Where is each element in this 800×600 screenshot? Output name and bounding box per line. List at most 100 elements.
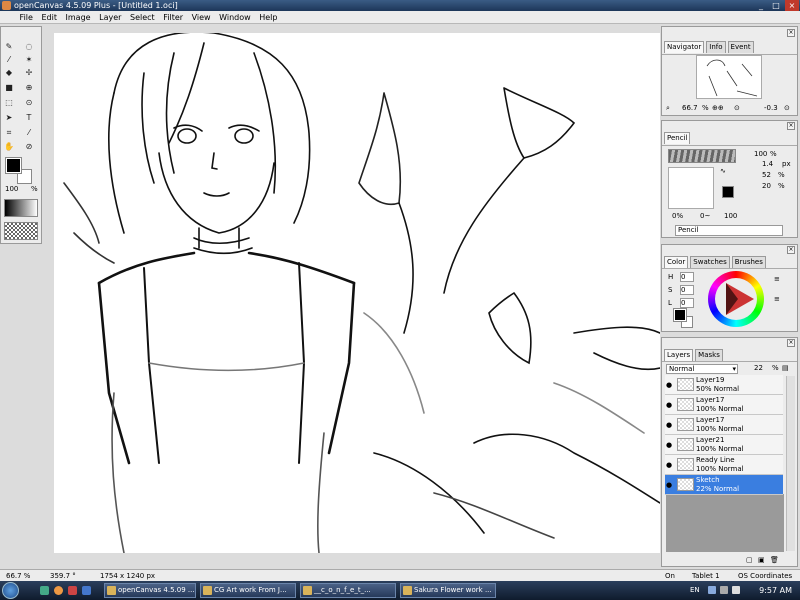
color-panel-close-icon[interactable]: × [787,246,795,254]
gradient-preview[interactable] [4,199,38,217]
primary-color-swatch[interactable] [5,157,22,174]
fill-icon[interactable]: ■ [3,82,15,94]
taskbar-item[interactable]: openCanvas 4.5.09 ... [104,583,196,598]
hand-icon[interactable]: ✋ [3,141,15,153]
menu-window[interactable]: Window [216,11,254,24]
quicklaunch-icon[interactable] [54,586,63,595]
layer-row[interactable]: ● Layer17 100% Normal [665,415,783,435]
hue-field[interactable]: 0 [680,272,694,282]
zoom-in-icon[interactable]: ⊕⊕ [712,104,724,113]
text-icon[interactable]: T [23,112,35,124]
crop-icon[interactable]: ⌗ [3,127,15,139]
minimize-button[interactable]: _ [754,0,768,11]
menu-select[interactable]: Select [127,11,158,24]
layers-scrollbar[interactable] [786,376,795,551]
menu-view[interactable]: View [189,11,214,24]
pencil-opacity[interactable]: 52 [762,171,771,180]
pressure-curve-icon[interactable]: ∿ [720,167,726,176]
tab-info[interactable]: Info [706,41,726,53]
navigator-zoom[interactable]: 66.7 [682,104,698,113]
tool-name-field[interactable]: Pencil [675,225,783,236]
duplicate-layer-icon[interactable]: ▣ [758,556,765,565]
brush-color-swatch[interactable] [722,186,734,198]
tray-icon[interactable] [720,586,728,594]
eye-icon[interactable]: ● [666,441,672,449]
eyedropper-icon[interactable]: ⁄ [23,127,35,139]
layers-panel-close-icon[interactable]: × [787,339,795,347]
drawing-canvas[interactable] [54,33,660,553]
pencil-size-b[interactable]: 1.4 [762,160,773,169]
taskbar-item[interactable]: Sakura Flower work ... [400,583,496,598]
brush-texture-preview[interactable] [668,149,736,163]
brush-icon[interactable]: ⁄ [3,54,15,66]
lock-icon[interactable]: ▤ [782,364,789,373]
texture-preview[interactable] [4,222,38,240]
menu-layer[interactable]: Layer [96,11,124,24]
color-triangle[interactable] [708,271,764,327]
dropper-icon[interactable]: ⊕ [23,82,35,94]
pencil-size-a[interactable]: 100 [754,150,767,159]
zoom-out-icon[interactable]: ⌕ [666,104,670,113]
layer-opacity[interactable]: 22 [754,364,763,373]
arrow-icon[interactable]: ➤ [3,112,15,124]
menu-image[interactable]: Image [63,11,94,24]
tray-icon[interactable] [708,586,716,594]
tab-navigator[interactable]: Navigator [664,41,705,53]
brush-panel-close-icon[interactable]: × [787,122,795,130]
navigator-thumbnail[interactable] [696,55,762,99]
pencil-icon[interactable]: ✎ [3,41,15,53]
zoom-icon[interactable]: ⊙ [23,97,35,109]
menu-filter[interactable]: Filter [160,11,186,24]
magnifier-icon[interactable]: ⊘ [23,141,35,153]
menu-help[interactable]: Help [256,11,280,24]
new-layer-icon[interactable]: ▢ [746,556,753,565]
delete-layer-icon[interactable]: 🗑 [770,556,779,565]
language-indicator[interactable]: EN [690,581,700,600]
eye-icon[interactable]: ● [666,401,672,409]
system-clock[interactable]: 9:57 AM [759,581,792,600]
tab-event[interactable]: Event [727,41,754,53]
eye-icon[interactable]: ● [666,421,672,429]
layer-row[interactable]: ● Layer21 100% Normal [665,435,783,455]
rotate-reset-icon[interactable]: ⊙ [784,104,790,113]
saturation-field[interactable]: 0 [680,285,694,295]
color-options-icon[interactable]: ≡ [774,295,780,304]
move-icon[interactable]: ✢ [23,67,35,79]
start-button[interactable] [2,582,19,599]
foreground-color-swatch[interactable] [673,308,687,322]
layer-row-selected[interactable]: ● Sketch 22% Normal [665,475,783,495]
magic-wand-icon[interactable]: ✶ [23,54,35,66]
quicklaunch-icon[interactable] [82,586,91,595]
menu-edit[interactable]: Edit [38,11,60,24]
close-button[interactable]: × [785,0,799,11]
tab-pencil[interactable]: Pencil [664,132,691,144]
quicklaunch-icon[interactable] [68,586,77,595]
eye-icon[interactable]: ● [666,481,672,489]
lightness-field[interactable]: 0 [680,298,694,308]
quicklaunch-icon[interactable] [40,586,49,595]
navigator-close-icon[interactable]: × [787,29,795,37]
layer-row[interactable]: ● Ready Line 100% Normal [665,455,783,475]
rect-select-icon[interactable]: ⬚ [3,97,15,109]
navigator-rotation[interactable]: -0.3 [764,104,778,113]
eraser-icon[interactable]: ◆ [3,67,15,79]
eye-icon[interactable]: ● [666,461,672,469]
tab-brushes[interactable]: Brushes [731,256,766,268]
taskbar-item[interactable]: CG Art work From J... [200,583,296,598]
eye-icon[interactable]: ● [666,381,672,389]
volume-icon[interactable] [732,586,740,594]
taskbar-item[interactable]: __c_o_n_f_e_t_... [300,583,396,598]
lasso-icon[interactable]: ◌ [23,41,35,53]
layer-row[interactable]: ● Layer19 50% Normal [665,375,783,395]
color-wheel[interactable] [708,271,764,327]
pencil-density[interactable]: 20 [762,182,771,191]
tab-layers[interactable]: Layers [664,349,694,361]
maximize-button[interactable]: □ [769,0,783,11]
tab-swatches[interactable]: Swatches [690,256,730,268]
blend-mode-select[interactable]: Normal ▾ [666,364,738,374]
color-wheel-menu-icon[interactable]: ≡ [774,275,780,284]
rotate-icon[interactable]: ⊙ [734,104,740,113]
tab-masks[interactable]: Masks [695,349,723,361]
tab-color[interactable]: Color [664,256,689,268]
menu-file[interactable]: File [17,11,36,24]
